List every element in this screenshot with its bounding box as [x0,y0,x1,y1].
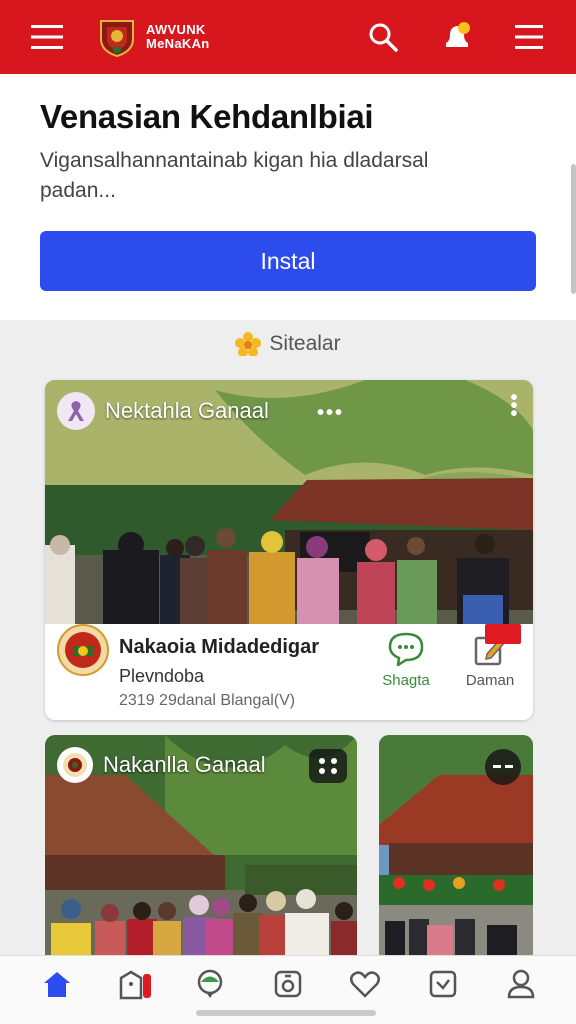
emblem-icon [100,20,134,57]
app-logo[interactable]: AWVUNK MeNaKAn [98,17,210,57]
promo-title: Venasian Kehdanlbiai [40,98,374,135]
map-pin-icon[interactable] [188,966,232,1002]
section-label: Sitealar [269,332,341,355]
kebab-menu-icon[interactable]: • • • [509,388,519,424]
group-name[interactable]: Nakanlla Ganaal [103,752,266,778]
chat-bubble-icon [388,632,424,666]
shop-icon[interactable] [113,966,157,1002]
flower-icon [235,332,262,356]
share-label: Shagta [382,672,430,689]
emblem-icon [63,753,87,777]
search-icon[interactable] [360,14,406,60]
group-name[interactable]: Nektahla Ganaal [105,398,269,424]
profile-icon[interactable] [499,966,543,1002]
post-date: 2319 29danal Blangal(V) [119,692,296,709]
install-promo-banner: Venasian Kehdanlbiai Vigansalhannantaina… [0,74,576,320]
card-photo: Nektahla Ganaal ••• • • • [45,380,533,624]
more-options-icon[interactable]: ••• [317,402,344,425]
ribbon-icon [68,401,84,421]
seal-icon [57,624,109,676]
install-button[interactable]: Instal [40,231,536,291]
check-box-icon[interactable] [421,966,465,1002]
promo-subtitle: Vigansalhannantainab kigan hia dladarsal… [40,149,429,202]
list-icon[interactable] [506,14,552,60]
group-avatar[interactable] [57,392,95,430]
heart-icon[interactable] [343,966,387,1002]
share-button[interactable]: Shagta [371,632,441,689]
home-indicator[interactable] [196,1010,376,1016]
more-options-icon[interactable] [485,749,521,785]
card-info: Nakaoia Midadedigar Plevndoba 2319 29dan… [45,624,533,720]
feed-card[interactable]: Nektahla Ganaal ••• • • • Nakaoia Midadedi… [45,380,533,720]
logo-text: AWVUNK MeNaKAn [146,22,210,51]
card-header: Nektahla Ganaal [57,392,269,430]
card-header: Nakanlla Ganaal [57,747,266,783]
camera-icon[interactable] [266,966,310,1002]
notification-icon[interactable] [434,14,480,60]
domain-label: Daman [465,672,515,689]
section-header: Sitealar [0,332,576,356]
feed-card[interactable]: Nakanlla Ganaal [45,735,357,965]
scrollbar[interactable] [571,164,576,294]
top-app-bar: AWVUNK MeNaKAn [0,0,576,74]
feed-card[interactable] [379,735,533,965]
flag-badge [485,624,521,644]
group-avatar[interactable] [57,747,93,783]
post-subtitle: Plevndoba [119,666,205,686]
menu-icon[interactable] [24,14,70,60]
grid-icon[interactable] [309,749,347,783]
post-title: Nakaoia Midadedigar [119,636,320,658]
home-icon[interactable] [35,966,79,1002]
